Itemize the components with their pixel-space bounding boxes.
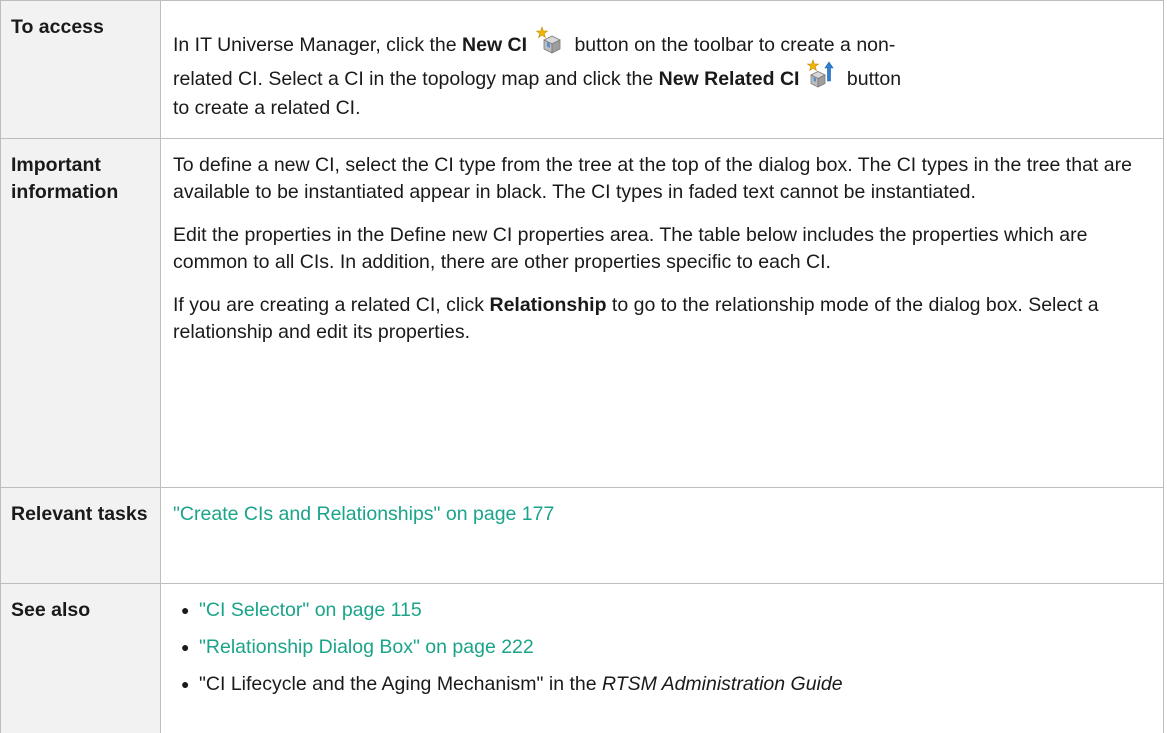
relationship-label: Relationship	[489, 294, 607, 316]
paragraph: To define a new CI, select the CI type f…	[173, 154, 1132, 203]
link-ci-selector[interactable]: "CI Selector" on page 115	[199, 599, 422, 621]
row-important-information: Important information To define a new CI…	[0, 138, 1164, 488]
bullet-icon: ●	[181, 676, 190, 692]
info-table: To access In IT Universe Manager, click …	[0, 0, 1164, 733]
guide-title: RTSM Administration Guide	[601, 673, 843, 695]
text: button	[841, 68, 902, 90]
access-line-1: In IT Universe Manager, click the New CI…	[173, 25, 1149, 59]
new-ci-label: New CI	[462, 34, 528, 56]
row-label: See also	[0, 583, 161, 733]
row-label: Important information	[0, 138, 161, 488]
bullet-icon: ●	[181, 602, 190, 618]
list-item: ● "Relationship Dialog Box" on page 222	[173, 634, 1149, 661]
link-create-cis-and-relationships[interactable]: "Create CIs and Relationships" on page 1…	[173, 503, 554, 525]
row-content: In IT Universe Manager, click the New CI…	[160, 0, 1164, 139]
bullet-icon: ●	[181, 639, 190, 655]
access-line-3: to create a related CI.	[173, 97, 361, 119]
text: related CI. Select a CI in the topology …	[173, 68, 659, 90]
paragraph: If you are creating a related CI, click …	[173, 292, 1149, 346]
paragraph: Edit the properties in the Define new CI…	[173, 224, 1088, 273]
new-related-ci-label: New Related CI	[658, 68, 800, 90]
link-relationship-dialog-box[interactable]: "Relationship Dialog Box" on page 222	[199, 636, 534, 658]
row-content: To define a new CI, select the CI type f…	[160, 138, 1164, 488]
list-item: ● "CI Lifecycle and the Aging Mechanism" …	[173, 671, 1149, 698]
list-item: ● "CI Selector" on page 115	[173, 597, 1149, 624]
text: button on the toolbar to create a non-	[569, 34, 896, 56]
text: In IT Universe Manager, click the	[173, 34, 463, 56]
text: "CI Lifecycle and the Aging Mechanism" i…	[199, 673, 602, 695]
row-label: Relevant tasks	[0, 487, 161, 584]
text: If you are creating a related CI, click	[173, 294, 490, 316]
see-also-list: ● "CI Selector" on page 115 ● "Relationshi…	[173, 597, 1149, 698]
row-relevant-tasks: Relevant tasks "Create CIs and Relations…	[0, 487, 1164, 584]
row-to-access: To access In IT Universe Manager, click …	[0, 0, 1164, 139]
new-related-ci-icon	[805, 59, 835, 89]
access-line-2: related CI. Select a CI in the topology …	[173, 59, 1149, 93]
row-content: ● "CI Selector" on page 115 ● "Relationshi…	[160, 583, 1164, 733]
row-content: "Create CIs and Relationships" on page 1…	[160, 487, 1164, 584]
row-label: To access	[0, 0, 161, 139]
row-see-also: See also ● "CI Selector" on page 115 ● "Re…	[0, 583, 1164, 733]
new-ci-icon	[533, 25, 563, 55]
